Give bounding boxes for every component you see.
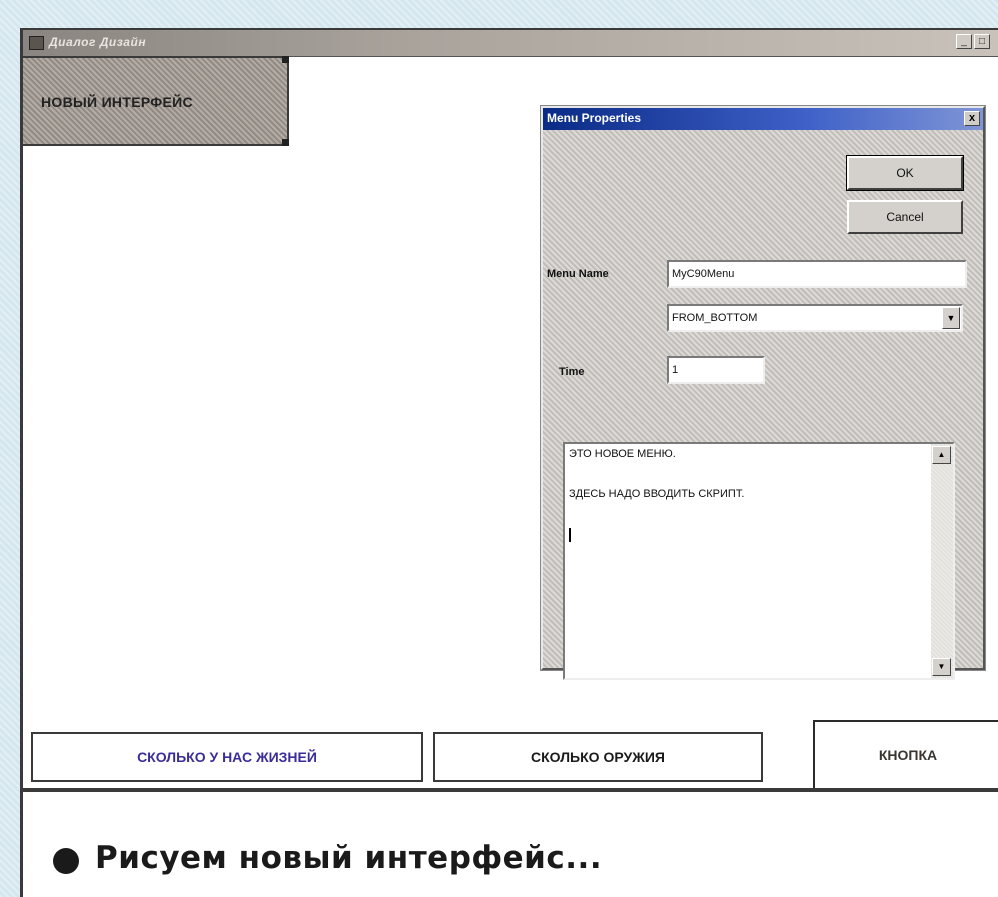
chevron-down-icon[interactable]: ▼	[942, 307, 960, 329]
ok-button[interactable]: OK	[846, 155, 964, 191]
vertical-scrollbar[interactable]: ▲ ▼	[931, 444, 953, 678]
direction-select[interactable]: FROM_BOTTOM ▼	[667, 304, 963, 332]
menu-name-input[interactable]: MyC90Menu	[667, 260, 967, 288]
cancel-button[interactable]: Cancel	[847, 200, 963, 234]
scroll-up-icon[interactable]: ▲	[932, 446, 951, 464]
dialog-close-button[interactable]: x	[964, 111, 980, 126]
new-interface-label: НОВЫЙ ИНТЕРФЕЙС	[41, 94, 193, 110]
time-input[interactable]: 1	[667, 356, 765, 384]
panel-corner-handle[interactable]	[282, 139, 289, 146]
app-window: Диалог Дизайн _ □ НОВЫЙ ИНТЕРФЕЙС Menu P…	[20, 28, 998, 897]
script-line: ЗДЕСЬ НАДО ВВОДИТЬ СКРИПТ.	[569, 488, 745, 500]
window-title: Диалог Дизайн	[49, 35, 147, 49]
app-icon	[29, 36, 44, 50]
script-line: ЭТО НОВОЕ МЕНЮ.	[569, 448, 676, 460]
menu-properties-dialog: Menu Properties x OK Cancel Menu Name My…	[541, 106, 985, 680]
lives-count-button[interactable]: СКОЛЬКО У НАС ЖИЗНЕЙ	[31, 732, 423, 782]
bullet-icon	[53, 848, 79, 874]
time-label: Time	[559, 366, 585, 378]
direction-select-value: FROM_BOTTOM	[672, 312, 758, 324]
minimize-button[interactable]: _	[956, 34, 972, 49]
divider	[23, 788, 998, 792]
new-interface-panel[interactable]: НОВЫЙ ИНТЕРФЕЙС	[23, 56, 289, 146]
menu-name-label: Menu Name	[547, 268, 609, 280]
scroll-down-icon[interactable]: ▼	[932, 658, 951, 676]
weapons-count-button[interactable]: СКОЛЬКО ОРУЖИЯ	[433, 732, 763, 782]
dialog-title: Menu Properties	[547, 111, 642, 125]
button-panel[interactable]: КНОПКА	[813, 720, 998, 790]
maximize-button[interactable]: □	[974, 34, 990, 49]
caption-heading: Рисуем новый интерфейс...	[95, 840, 603, 876]
text-caret	[569, 528, 571, 542]
window-titlebar[interactable]: Диалог Дизайн _ □	[23, 30, 998, 57]
dialog-titlebar[interactable]: Menu Properties x	[543, 108, 983, 130]
script-textarea[interactable]: ЭТО НОВОЕ МЕНЮ. ЗДЕСЬ НАДО ВВОДИТЬ СКРИП…	[563, 442, 955, 680]
panel-corner-handle[interactable]	[282, 56, 289, 63]
